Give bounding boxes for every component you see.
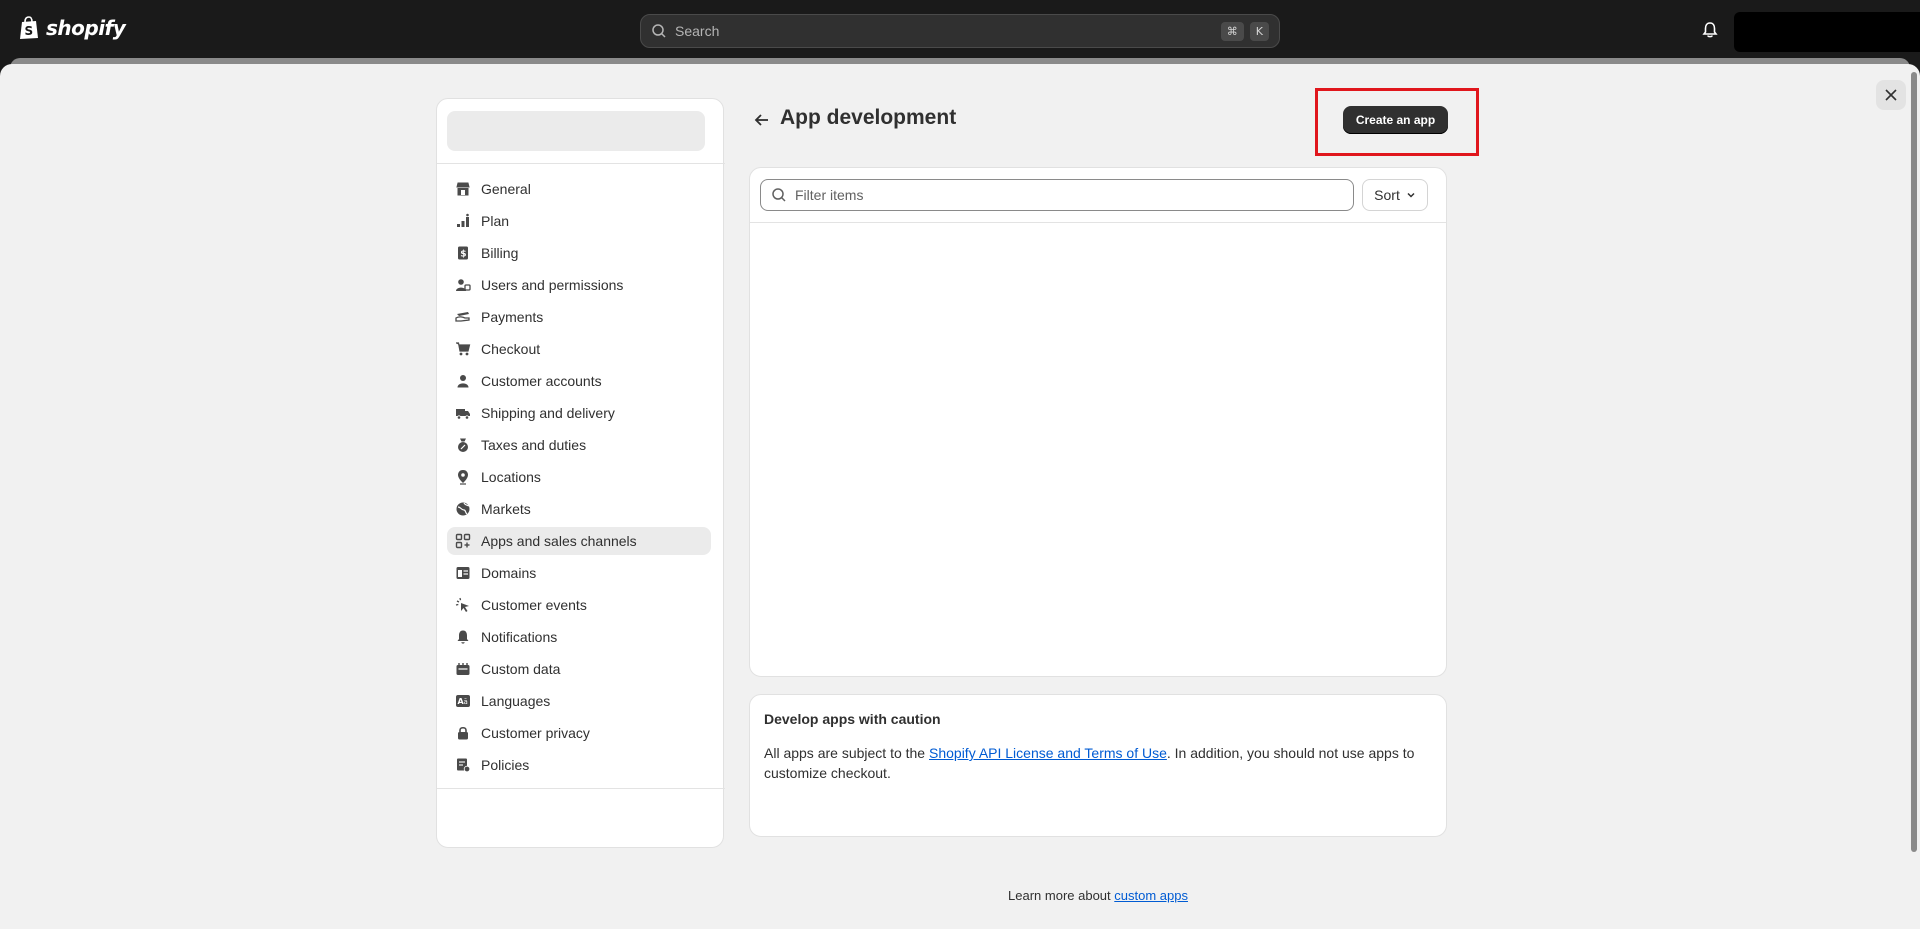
domain-icon (455, 565, 471, 581)
shortcut-k-key: K (1249, 21, 1269, 41)
bell-icon (455, 629, 471, 645)
globe-icon (455, 501, 471, 517)
back-arrow-icon[interactable] (752, 110, 772, 130)
sidebar-item-plan[interactable]: Plan (447, 207, 711, 235)
sort-label: Sort (1374, 187, 1400, 203)
sidebar-item-label: Locations (481, 469, 541, 485)
shopify-logo[interactable]: S shopify (18, 16, 126, 40)
sidebar-item-label: Customer accounts (481, 373, 602, 389)
sidebar-item-label: Payments (481, 309, 544, 325)
page-title: App development (780, 106, 957, 129)
footer-note: Learn more about custom apps (0, 888, 1920, 903)
sidebar-divider (437, 788, 725, 789)
store-icon (455, 181, 471, 197)
sidebar-item-customer-events[interactable]: Customer events (447, 591, 711, 619)
location-pin-icon (455, 469, 471, 485)
sidebar-item-locations[interactable]: Locations (447, 463, 711, 491)
create-app-button[interactable]: Create an app (1343, 106, 1448, 134)
close-settings-button[interactable] (1876, 80, 1906, 110)
shortcut-cmd-key: ⌘ (1220, 21, 1244, 41)
sidebar-item-notifications[interactable]: Notifications (447, 623, 711, 651)
sort-button[interactable]: Sort (1362, 179, 1428, 211)
search-icon (772, 188, 786, 202)
sidebar-item-markets[interactable]: Markets (447, 495, 711, 523)
sheet-scrollbar[interactable] (1911, 72, 1917, 852)
caution-title: Develop apps with caution (764, 711, 941, 727)
brand-name: shopify (46, 16, 126, 40)
sidebar-item-apps-and-sales-channels[interactable]: Apps and sales channels (447, 527, 711, 555)
svg-text:ā: ā (464, 698, 468, 706)
sidebar-item-checkout[interactable]: Checkout (447, 335, 711, 363)
sidebar-item-shipping-and-delivery[interactable]: Shipping and delivery (447, 399, 711, 427)
settings-nav: General Plan $ Billing Users and permissions… (447, 175, 711, 783)
plan-chart-icon (455, 213, 471, 229)
sidebar-item-customer-privacy[interactable]: Customer privacy (447, 719, 711, 747)
list-divider (750, 222, 1446, 223)
caution-body: All apps are subject to the Shopify API … (764, 743, 1424, 783)
sidebar-item-label: General (481, 181, 531, 197)
users-icon (455, 277, 471, 293)
sidebar-item-label: Apps and sales channels (481, 533, 637, 549)
account-menu[interactable] (1734, 12, 1920, 52)
sidebar-item-label: Languages (481, 693, 551, 709)
apps-grid-icon (455, 533, 471, 549)
sidebar-item-label: Domains (481, 565, 537, 581)
sidebar-item-label: Policies (481, 757, 530, 773)
sidebar-item-label: Shipping and delivery (481, 405, 615, 421)
sidebar-item-payments[interactable]: Payments (447, 303, 711, 331)
sidebar-item-label: Checkout (481, 341, 541, 357)
filter-placeholder: Filter items (795, 187, 864, 203)
language-icon: Aā (455, 693, 471, 709)
svg-text:$: $ (460, 250, 466, 260)
settings-sidebar: General Plan $ Billing Users and permissions… (436, 98, 725, 848)
cursor-click-icon (455, 597, 471, 613)
policy-icon (455, 757, 471, 773)
apps-list-card: Filter items Sort (749, 167, 1447, 677)
custom-apps-link[interactable]: custom apps (1114, 888, 1188, 903)
caution-card: Develop apps with caution All apps are s… (749, 694, 1447, 837)
footer-prefix: Learn more about (1008, 888, 1115, 903)
filter-items-input[interactable]: Filter items (760, 179, 1354, 211)
sidebar-item-general[interactable]: General (447, 175, 711, 203)
sidebar-item-label: Billing (481, 245, 519, 261)
sidebar-item-label: Markets (481, 501, 531, 517)
sidebar-item-customer-accounts[interactable]: Customer accounts (447, 367, 711, 395)
store-name-placeholder (447, 111, 705, 151)
sidebar-item-label: Custom data (481, 661, 561, 677)
api-terms-link[interactable]: Shopify API License and Terms of Use (929, 745, 1167, 761)
sidebar-item-label: Users and permissions (481, 277, 624, 293)
truck-icon (455, 405, 471, 421)
close-icon (1885, 89, 1897, 101)
notifications-bell-icon[interactable] (1700, 20, 1720, 40)
tax-bag-icon (455, 437, 471, 453)
chevron-down-icon (1407, 192, 1415, 198)
sidebar-item-users-and-permissions[interactable]: Users and permissions (447, 271, 711, 299)
billing-icon: $ (455, 245, 471, 261)
person-icon (455, 373, 471, 389)
sidebar-item-label: Plan (481, 213, 510, 229)
sidebar-item-billing[interactable]: $ Billing (447, 239, 711, 267)
cart-icon (455, 341, 471, 357)
sidebar-item-label: Customer events (481, 597, 587, 613)
top-bar: S shopify Search ⌘ K (0, 0, 1920, 60)
sidebar-item-label: Customer privacy (481, 725, 590, 741)
sidebar-item-label: Notifications (481, 629, 558, 645)
sidebar-item-languages[interactable]: Aā Languages (447, 687, 711, 715)
sidebar-item-domains[interactable]: Domains (447, 559, 711, 587)
sidebar-item-label: Taxes and duties (481, 437, 587, 453)
payments-icon (455, 309, 471, 325)
sidebar-divider (437, 163, 725, 164)
search-icon (652, 24, 666, 38)
shopify-bag-icon: S (20, 16, 38, 39)
search-placeholder: Search (675, 23, 720, 39)
global-search-input[interactable]: Search ⌘ K (640, 14, 1280, 48)
lock-icon (455, 725, 471, 741)
sidebar-item-policies[interactable]: Policies (447, 751, 711, 779)
caution-body-prefix: All apps are subject to the (764, 745, 929, 761)
sidebar-item-taxes-and-duties[interactable]: Taxes and duties (447, 431, 711, 459)
svg-text:S: S (25, 24, 34, 38)
sidebar-item-custom-data[interactable]: Custom data (447, 655, 711, 683)
database-icon (455, 661, 471, 677)
